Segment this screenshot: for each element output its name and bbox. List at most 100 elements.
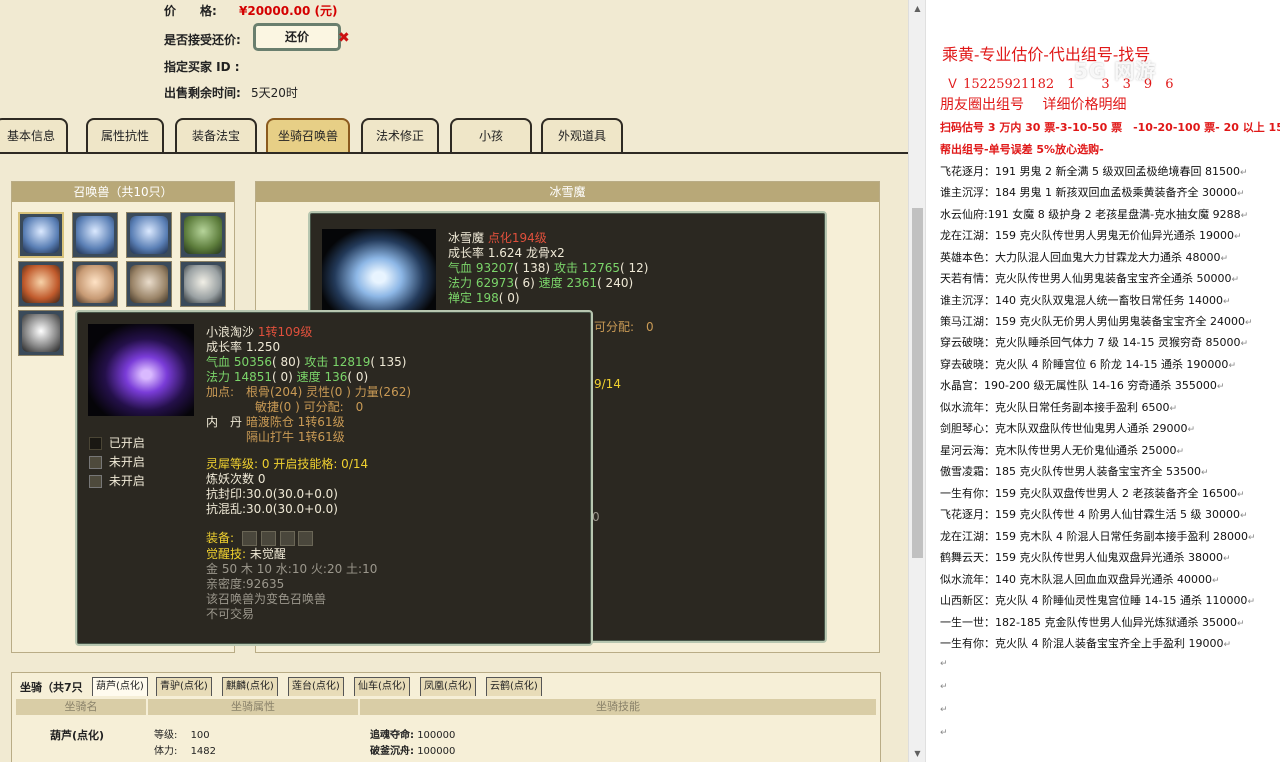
stat-label: 法力 xyxy=(448,276,473,290)
pet-detail-title: 冰雪魔 xyxy=(256,182,879,202)
empty-paragraph: ↵ xyxy=(940,705,948,715)
tab-appearance[interactable]: 外观道具 xyxy=(541,118,623,153)
list-item: 飞花逐月：191 男鬼 2 新全满 5 级双回孟极绝境春回 81500↵ xyxy=(940,163,1248,179)
scroll-up-icon[interactable]: ▲ xyxy=(909,0,926,17)
list-item: 星河云海：克木队传世男人无价鬼仙通杀 25000↵ xyxy=(940,442,1184,458)
slot-row: 未开启 xyxy=(89,474,145,489)
stat-label: 攻击 xyxy=(553,261,578,275)
list-item: 剑胆琴心：克木队双盘队传世仙鬼男人通杀 29000↵ xyxy=(940,420,1195,436)
pet-growth: 成长率 1.624 龙骨x2 xyxy=(448,246,565,260)
mount-skill-value: 100000 xyxy=(417,746,456,757)
empty-paragraph: ↵ xyxy=(940,728,948,738)
mount-tab[interactable]: 云鹤(点化) xyxy=(486,677,542,696)
list-item: 穿去破晓：克火队 4 阶睡宫位 6 阶龙 14-15 通杀 190000↵ xyxy=(940,356,1236,372)
stat-points: ( 0) xyxy=(272,370,293,384)
mounts-header-attr: 坐骑属性 xyxy=(148,699,358,715)
list-item: 飞花逐月：159 克火队传世 4 阶男人仙甘霖生活 5 级 30000↵ xyxy=(940,506,1248,522)
stat-points: ( 135) xyxy=(370,355,407,369)
tab-child[interactable]: 小孩 xyxy=(450,118,532,153)
list-item: 似水流年：140 克木队混人回血血双盘异光通杀 40000↵ xyxy=(940,571,1220,587)
resist-seal: 抗封印:30.0(30.0+0.0) xyxy=(206,487,338,502)
mount-tab[interactable]: 葫芦(点化) xyxy=(92,677,148,696)
slot-row: 未开启 xyxy=(89,455,145,470)
slot-row: 已开启 xyxy=(89,436,145,451)
stat-label: 攻击 xyxy=(304,355,329,369)
pet-slot[interactable] xyxy=(180,212,226,258)
equip-slot[interactable] xyxy=(260,531,276,546)
vertical-scrollbar[interactable]: ▲ ▼ xyxy=(908,0,925,762)
stat-value: 136 xyxy=(324,370,348,384)
pet-slot[interactable] xyxy=(18,310,64,356)
mounts-label: 坐骑（共7只 xyxy=(20,681,83,694)
mount-tab[interactable]: 麒麟(点化) xyxy=(222,677,278,696)
mounts-panel: 坐骑（共7只 葫芦(点化) 青驴(点化) 麒麟(点化) 莲台(点化) 仙车(点化… xyxy=(11,672,881,762)
slot-status: 未开启 xyxy=(108,474,145,488)
pet-slot[interactable] xyxy=(126,261,172,307)
pet-slot[interactable] xyxy=(126,212,172,258)
equip-slot[interactable] xyxy=(279,531,295,546)
neidan-value: 暗渡陈仓 1转61级 xyxy=(245,415,345,429)
mount-hp-label: 体力: xyxy=(154,746,178,757)
pet-name-line: 冰雪魔 点化194级 xyxy=(448,231,547,246)
paragraph-mark: ↵ xyxy=(1240,211,1249,221)
list-item: 天若有情：克火队传世男人仙男鬼装备宝宝齐全通杀 50000↵ xyxy=(940,270,1239,286)
stat-label: 速度 xyxy=(538,276,563,290)
pet-slot[interactable] xyxy=(180,261,226,307)
pet-hp-atk: 气血 50356( 80) 攻击 12819( 135) xyxy=(206,355,406,370)
stat-points: ( 240) xyxy=(597,276,634,290)
tab-attributes[interactable]: 属性抗性 xyxy=(86,118,164,153)
notes-sell-rule: 帮出组号-单号误差 5%放心选购- xyxy=(940,143,1104,156)
list-item-text: 天若有情：克火队传世男人仙男鬼装备宝宝齐全通杀 50000 xyxy=(940,272,1232,285)
list-item-text: 剑胆琴心：克木队双盘队传世仙鬼男人通杀 29000 xyxy=(940,422,1188,435)
pet-slot[interactable] xyxy=(72,212,118,258)
close-icon[interactable]: ✖ xyxy=(338,30,350,46)
list-item: 鹤舞云天：159 克火队传世男人仙鬼双盘异光通杀 38000↵ xyxy=(940,549,1231,565)
equip-slot[interactable] xyxy=(298,531,314,546)
resist-label: 抗混乱: xyxy=(206,502,247,516)
list-item: 一生有你：克火队 4 阶混人装备宝宝齐全上手盈利 19000↵ xyxy=(940,635,1231,651)
mounts-header-name: 坐骑名 xyxy=(16,699,146,715)
tab-spell-mods[interactable]: 法术修正 xyxy=(361,118,439,153)
mount-tab[interactable]: 莲台(点化) xyxy=(288,677,344,696)
pet-slot[interactable] xyxy=(72,261,118,307)
list-item: 谁主沉浮：140 克火队双鬼混人统一畜牧日常任务 14000↵ xyxy=(940,292,1231,308)
pet-tag: 1转109级 xyxy=(257,325,313,339)
scroll-down-icon[interactable]: ▼ xyxy=(909,745,926,762)
list-item: 龙在江湖：159 克火队传世男人男鬼无价仙异光通杀 19000↵ xyxy=(940,227,1242,243)
mount-tab[interactable]: 凤凰(点化) xyxy=(420,677,476,696)
resist-value: 30.0(30.0+0.0) xyxy=(246,502,338,516)
price-value: ¥20000.00 (元) xyxy=(239,4,338,18)
paragraph-mark: ↵ xyxy=(1231,275,1240,285)
bargain-button[interactable]: 还价 xyxy=(253,23,341,51)
stat-points: ( 6) xyxy=(514,276,535,290)
list-item-text: 似水流年：140 克木队混人回血血双盘异光通杀 40000 xyxy=(940,573,1212,586)
list-item: 山西新区：克火队 4 阶睡仙灵性鬼宫位睡 14-15 通杀 110000↵ xyxy=(940,592,1255,608)
pet-slot[interactable] xyxy=(18,212,64,258)
paragraph-mark: ↵ xyxy=(1222,554,1231,564)
list-item-text: 英雄本色：大力队混人回血鬼大力甘霖龙大力通杀 48000 xyxy=(940,251,1221,264)
stat-value: 14851 xyxy=(233,370,273,384)
tab-mounts-pets[interactable]: 坐骑召唤兽 xyxy=(266,118,350,153)
mounts-header-skill: 坐骑技能 xyxy=(360,699,876,715)
list-item-text: 穿云破晓：克火队睡杀回气体力 7 级 14-15 灵猴穷奇 85000 xyxy=(940,336,1241,349)
stat-value: 198 xyxy=(475,291,499,305)
pet-mp-spd: 法力 62973( 6) 速度 2361( 240) xyxy=(448,276,633,291)
awaken-value: 未觉醒 xyxy=(249,547,286,561)
list-item: 策马江湖：159 克火队无价男人男仙男鬼装备宝宝齐全 24000↵ xyxy=(940,313,1253,329)
pet-neidan: 内 丹 暗渡陈仓 1转61级 xyxy=(206,415,345,430)
notes-panel: 乘黄-专业估价-代出组号-找号 5G 网游 Ｖ 15225921182 1 3 … xyxy=(925,0,1280,762)
mount-tab[interactable]: 仙车(点化) xyxy=(354,677,410,696)
tab-basic-info[interactable]: 基本信息 xyxy=(0,118,68,153)
equip-slot[interactable] xyxy=(241,531,257,546)
pet-alloc: 可分配: 0 xyxy=(594,320,654,334)
mount-tab[interactable]: 青驴(点化) xyxy=(156,677,212,696)
pet-slot[interactable] xyxy=(18,261,64,307)
scroll-thumb[interactable] xyxy=(912,208,923,558)
tab-equipment[interactable]: 装备法宝 xyxy=(175,118,257,153)
resist-chaos: 抗混乱:30.0(30.0+0.0) xyxy=(206,502,338,517)
bargain-label: 是否接受还价: xyxy=(164,33,241,47)
stat-label: 禅定 xyxy=(448,291,473,305)
list-item-text: 龙在江湖：159 克木队 4 阶混人日常任务副本接手盈利 28000 xyxy=(940,530,1248,543)
empty-paragraph: ↵ xyxy=(940,659,948,669)
list-item-text: 水云仙府:191 女魔 8 级护身 2 老孩星盘满-克水抽女魔 9288 xyxy=(940,208,1241,221)
